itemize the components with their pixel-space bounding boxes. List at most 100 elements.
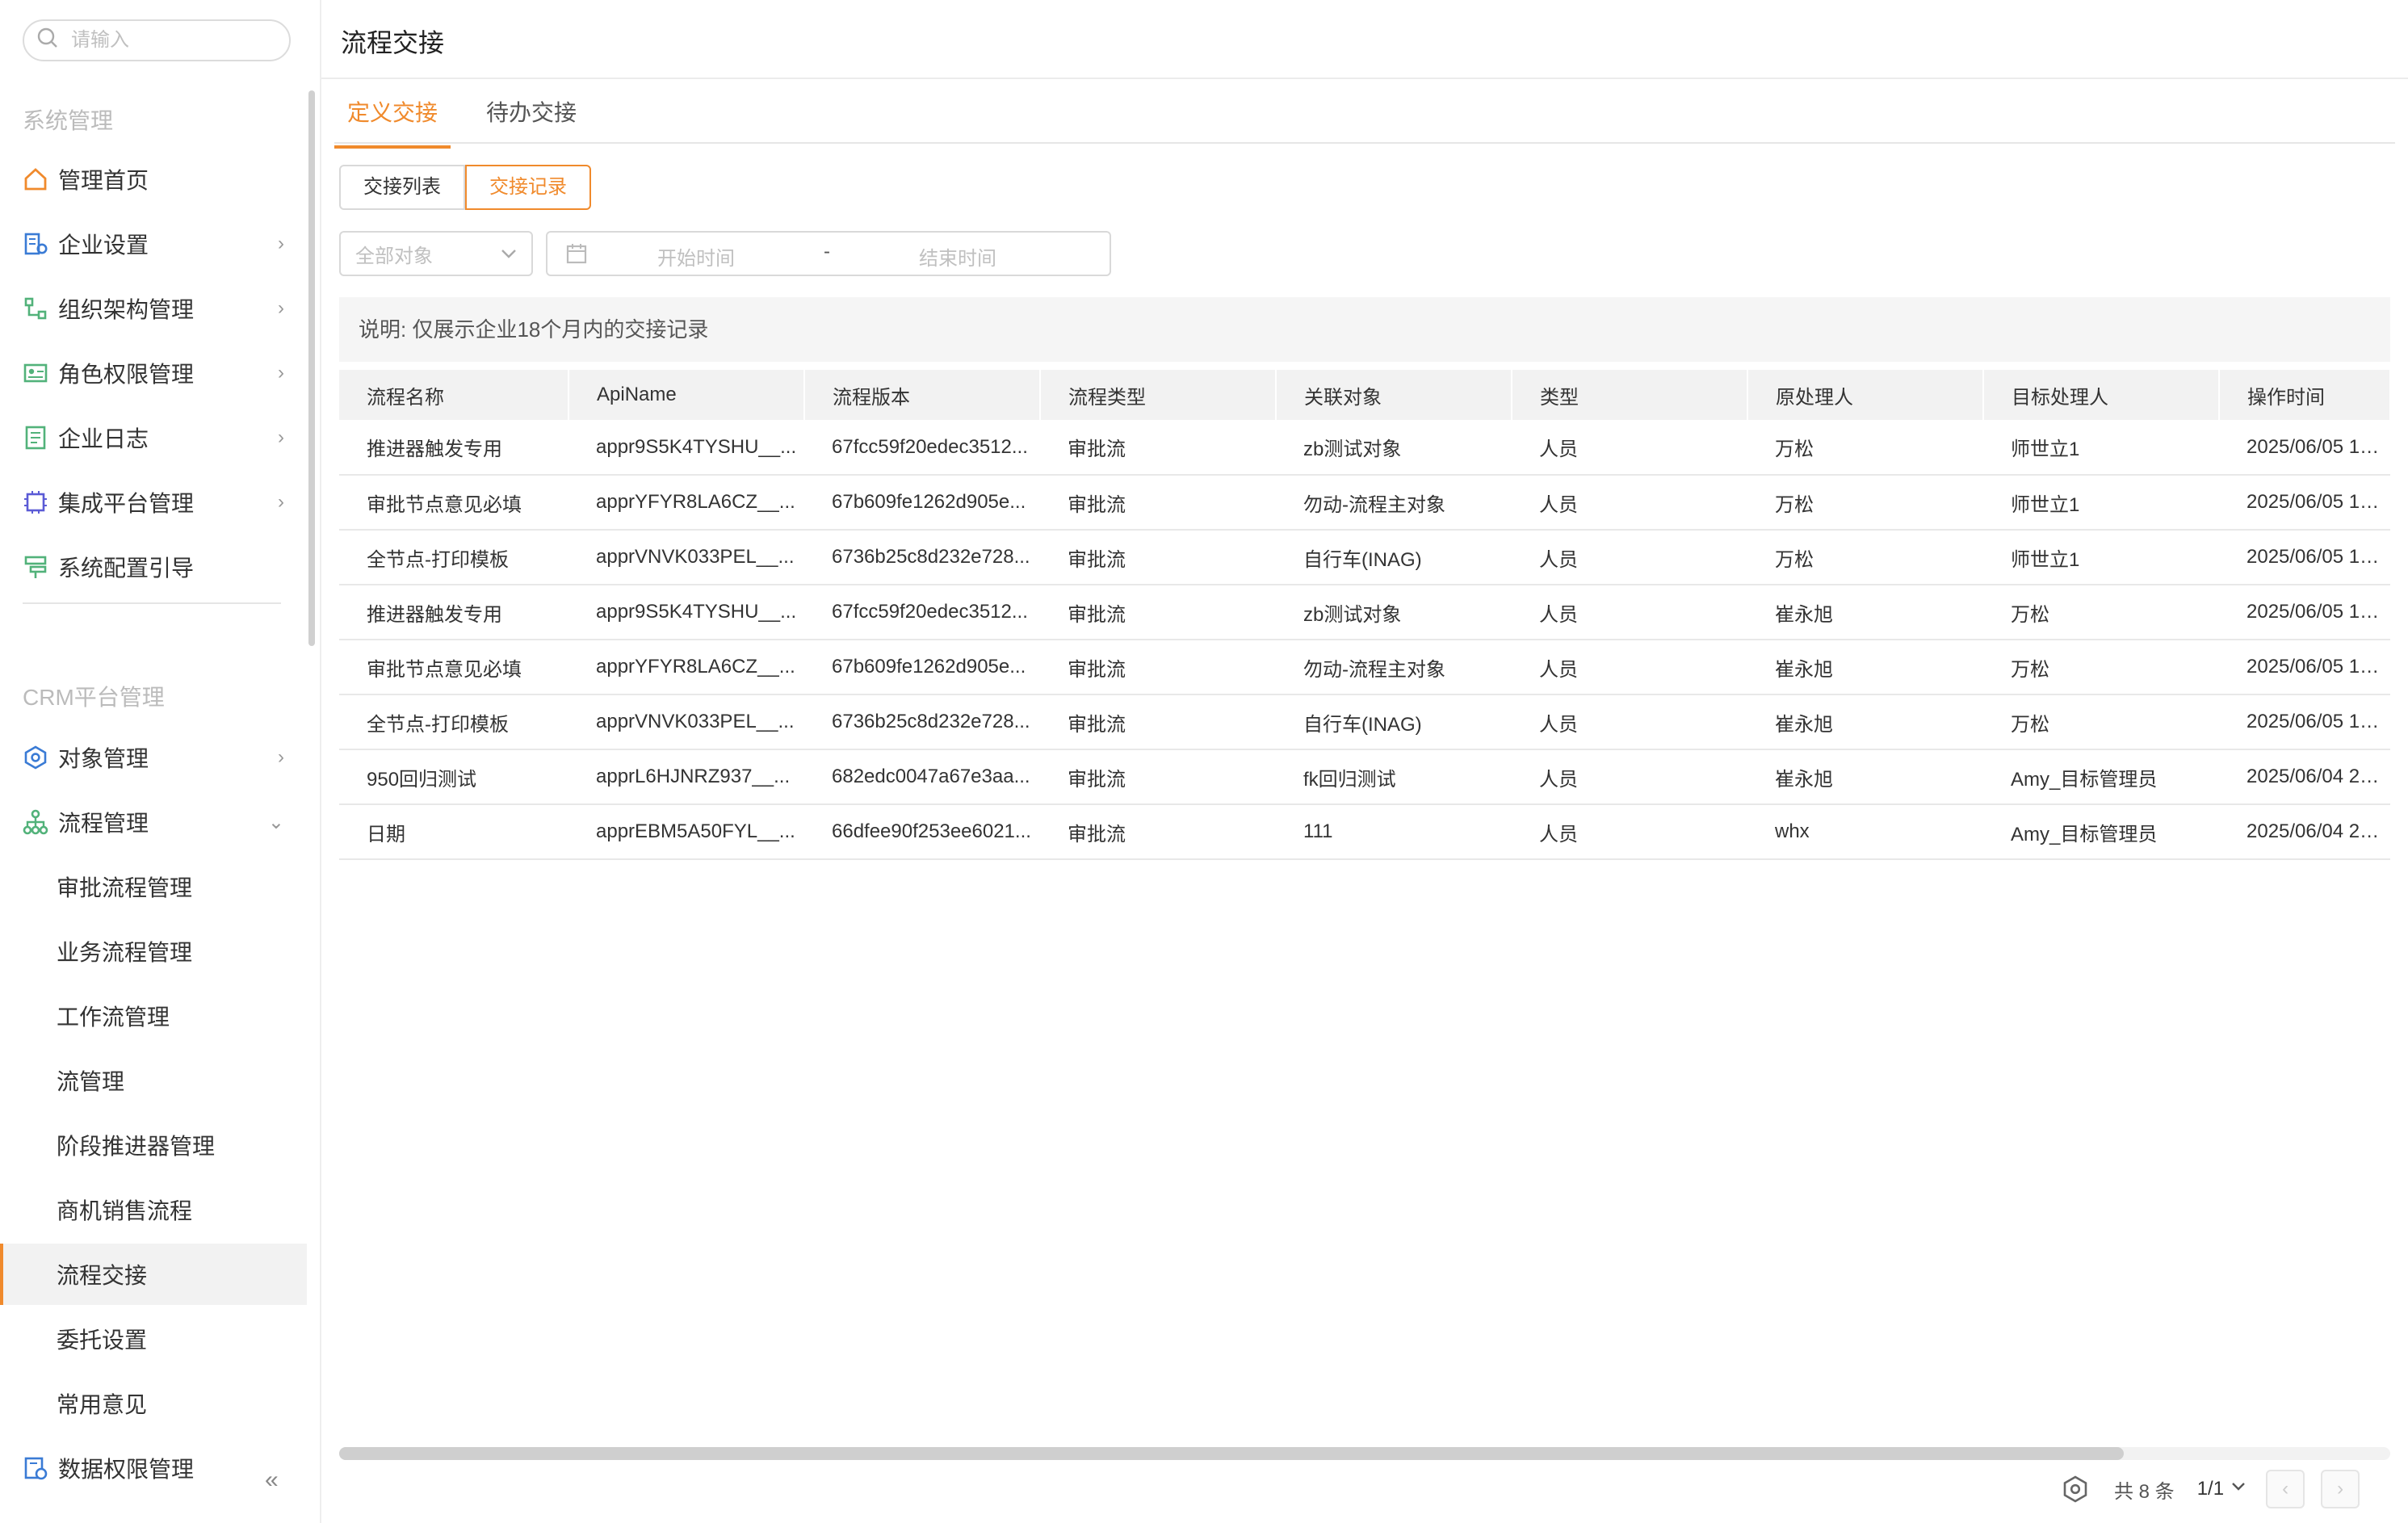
object-select-placeholder: 全部对象 [355, 245, 433, 267]
table-row[interactable]: 日期 apprEBM5A50FYL__... 66dfee90f253ee6021.… [339, 804, 2390, 860]
table-row[interactable]: 全节点-打印模板 apprVNVK033PEL__... 6736b25c8d232… [339, 694, 2390, 750]
process-name-cell: 全节点-打印模板 [339, 530, 568, 585]
sidebar-subitem-opportunity-sales[interactable]: 商机销售流程 [0, 1179, 307, 1240]
segment-handover-records[interactable]: 交接记录 [465, 165, 591, 210]
process-name-cell: 全节点-打印模板 [339, 694, 568, 750]
column-header[interactable]: 流程版本 [804, 370, 1041, 420]
process-name-cell: 推进器触发专用 [339, 585, 568, 640]
chevron-down-icon [2230, 1478, 2246, 1500]
sidebar-item-role-permission[interactable]: 角色权限管理 › [0, 342, 307, 404]
sidebar-subitem-process-handover[interactable]: 流程交接 [0, 1244, 307, 1305]
sidebar-subitem-workflow[interactable]: 工作流管理 [0, 985, 307, 1047]
type-cell: 人员 [1512, 640, 1747, 695]
operation-time-cell: 2025/06/04 23:20 [2219, 749, 2390, 805]
sidebar-item-process-management[interactable]: 流程管理 ⌄ [0, 791, 307, 853]
column-header[interactable]: 关联对象 [1276, 370, 1512, 420]
related-object-cell: fk回归测试 [1276, 749, 1512, 805]
sidebar-item-enterprise-settings[interactable]: 企业设置 › [0, 213, 307, 275]
sidebar-collapse-button[interactable]: « [265, 1466, 279, 1494]
object-select[interactable]: 全部对象 [339, 231, 533, 276]
table-row[interactable]: 审批节点意见必填 apprYFYR8LA6CZ__... 67b609fe1262d… [339, 640, 2390, 695]
api-name-cell: apprYFYR8LA6CZ__... [568, 475, 804, 531]
original-handler-cell: whx [1747, 804, 1983, 860]
table-row[interactable]: 950回归测试 apprL6HJNRZ937__... 682edc0047a67e… [339, 749, 2390, 805]
column-header[interactable]: 类型 [1512, 370, 1748, 420]
sidebar-item-label: 管理首页 [58, 168, 149, 193]
handover-records-table: 流程名称 ApiName 流程版本 流程类型 关联对象 类型 原处理人 目标处理… [339, 370, 2391, 860]
sidebar-item-enterprise-log[interactable]: 企业日志 › [0, 407, 307, 468]
chevron-down-icon: ⌄ [267, 811, 284, 833]
sidebar-search[interactable] [23, 19, 291, 61]
tab-pending-handover[interactable]: 待办交接 [473, 90, 589, 142]
scrollbar-thumb[interactable] [339, 1447, 2124, 1460]
date-separator: - [824, 241, 830, 262]
original-handler-cell: 崔永旭 [1747, 585, 1983, 640]
type-cell: 人员 [1512, 420, 1747, 476]
process-name-cell: 审批节点意见必填 [339, 475, 568, 531]
process-name-cell: 推进器触发专用 [339, 420, 568, 476]
end-date-input[interactable]: 结束时间 [919, 242, 996, 271]
column-header[interactable]: 操作时间 [2219, 370, 2391, 420]
settings-icon[interactable] [2059, 1473, 2091, 1505]
table-header-row: 流程名称 ApiName 流程版本 流程类型 关联对象 类型 原处理人 目标处理… [339, 370, 2391, 420]
tab-define-handover[interactable]: 定义交接 [334, 90, 451, 149]
column-header[interactable]: 流程名称 [339, 370, 569, 420]
process-type-cell: 审批流 [1040, 640, 1276, 695]
sidebar-item-data-permission[interactable]: 数据权限管理 [0, 1437, 307, 1499]
sidebar-subitem-approval-process[interactable]: 审批流程管理 [0, 856, 307, 917]
total-count: 共 8 条 [2114, 1480, 2175, 1503]
api-name-cell: appr9S5K4TYSHU__... [568, 585, 804, 640]
next-page-button[interactable]: › [2321, 1470, 2360, 1508]
process-icon [23, 809, 48, 835]
column-header[interactable]: ApiName [568, 370, 805, 420]
sidebar-item-label: 集成平台管理 [58, 491, 195, 516]
target-handler-cell: 师世立1 [1983, 475, 2219, 531]
process-type-cell: 审批流 [1040, 694, 1276, 750]
table-row[interactable]: 全节点-打印模板 apprVNVK033PEL__... 6736b25c8d232… [339, 530, 2390, 585]
type-cell: 人员 [1512, 694, 1747, 750]
prev-page-button[interactable]: ‹ [2266, 1470, 2305, 1508]
sidebar-item-integration[interactable]: 集成平台管理 › [0, 472, 307, 533]
sidebar-subitem-delegation[interactable]: 委托设置 [0, 1308, 307, 1370]
column-header[interactable]: 流程类型 [1040, 370, 1277, 420]
operation-time-cell: 2025/06/05 10:44 [2219, 585, 2390, 640]
sidebar-subitem-flow[interactable]: 流管理 [0, 1050, 307, 1111]
sidebar-scrollbar[interactable] [308, 90, 315, 646]
page-title: 流程交接 [341, 28, 445, 57]
sidebar-subitem-stage-advancer[interactable]: 阶段推进器管理 [0, 1114, 307, 1176]
table-row[interactable]: 推进器触发专用 appr9S5K4TYSHU__... 67fcc59f20edec… [339, 420, 2390, 476]
sidebar-item-object-management[interactable]: 对象管理 › [0, 727, 307, 788]
page-select[interactable]: 1/1 [2197, 1478, 2246, 1500]
start-date-input[interactable]: 开始时间 [657, 242, 735, 271]
related-object-cell: 自行车(INAG) [1276, 530, 1512, 585]
date-range-picker[interactable]: 开始时间 - 结束时间 [546, 231, 1111, 276]
related-object-cell: 勿动-流程主对象 [1276, 640, 1512, 695]
original-handler-cell: 崔永旭 [1747, 749, 1983, 805]
related-object-cell: 111 [1276, 804, 1512, 860]
type-cell: 人员 [1512, 749, 1747, 805]
table-row[interactable]: 审批节点意见必填 apprYFYR8LA6CZ__... 67b609fe1262d… [339, 475, 2390, 531]
sidebar-item-config-guide[interactable]: 系统配置引导 [0, 536, 307, 598]
process-type-cell: 审批流 [1040, 749, 1276, 805]
horizontal-scrollbar[interactable] [339, 1447, 2390, 1460]
table-row[interactable]: 推进器触发专用 appr9S5K4TYSHU__... 67fcc59f20edec… [339, 585, 2390, 640]
operation-time-cell: 2025/06/04 23:18 [2219, 804, 2390, 860]
column-header[interactable]: 原处理人 [1747, 370, 1984, 420]
operation-time-cell: 2025/06/05 10:45 [2219, 475, 2390, 531]
search-input[interactable] [68, 27, 268, 53]
chevron-down-icon [499, 244, 518, 269]
sidebar-item-org-structure[interactable]: 组织架构管理 › [0, 278, 307, 339]
column-header[interactable]: 目标处理人 [1983, 370, 2220, 420]
process-name-cell: 日期 [339, 804, 568, 860]
sidebar-subitem-common-opinions[interactable]: 常用意见 [0, 1373, 307, 1434]
target-handler-cell: 师世立1 [1983, 530, 2219, 585]
sidebar-subitem-business-process[interactable]: 业务流程管理 [0, 921, 307, 982]
api-name-cell: apprVNVK033PEL__... [568, 530, 804, 585]
original-handler-cell: 万松 [1747, 530, 1983, 585]
segment-handover-list[interactable]: 交接列表 [339, 165, 465, 210]
sidebar-item-home[interactable]: 管理首页 [0, 149, 307, 210]
sidebar-item-label: 组织架构管理 [58, 297, 195, 322]
api-name-cell: apprL6HJNRZ937__... [568, 749, 804, 805]
process-type-cell: 审批流 [1040, 585, 1276, 640]
api-name-cell: apprYFYR8LA6CZ__... [568, 640, 804, 695]
